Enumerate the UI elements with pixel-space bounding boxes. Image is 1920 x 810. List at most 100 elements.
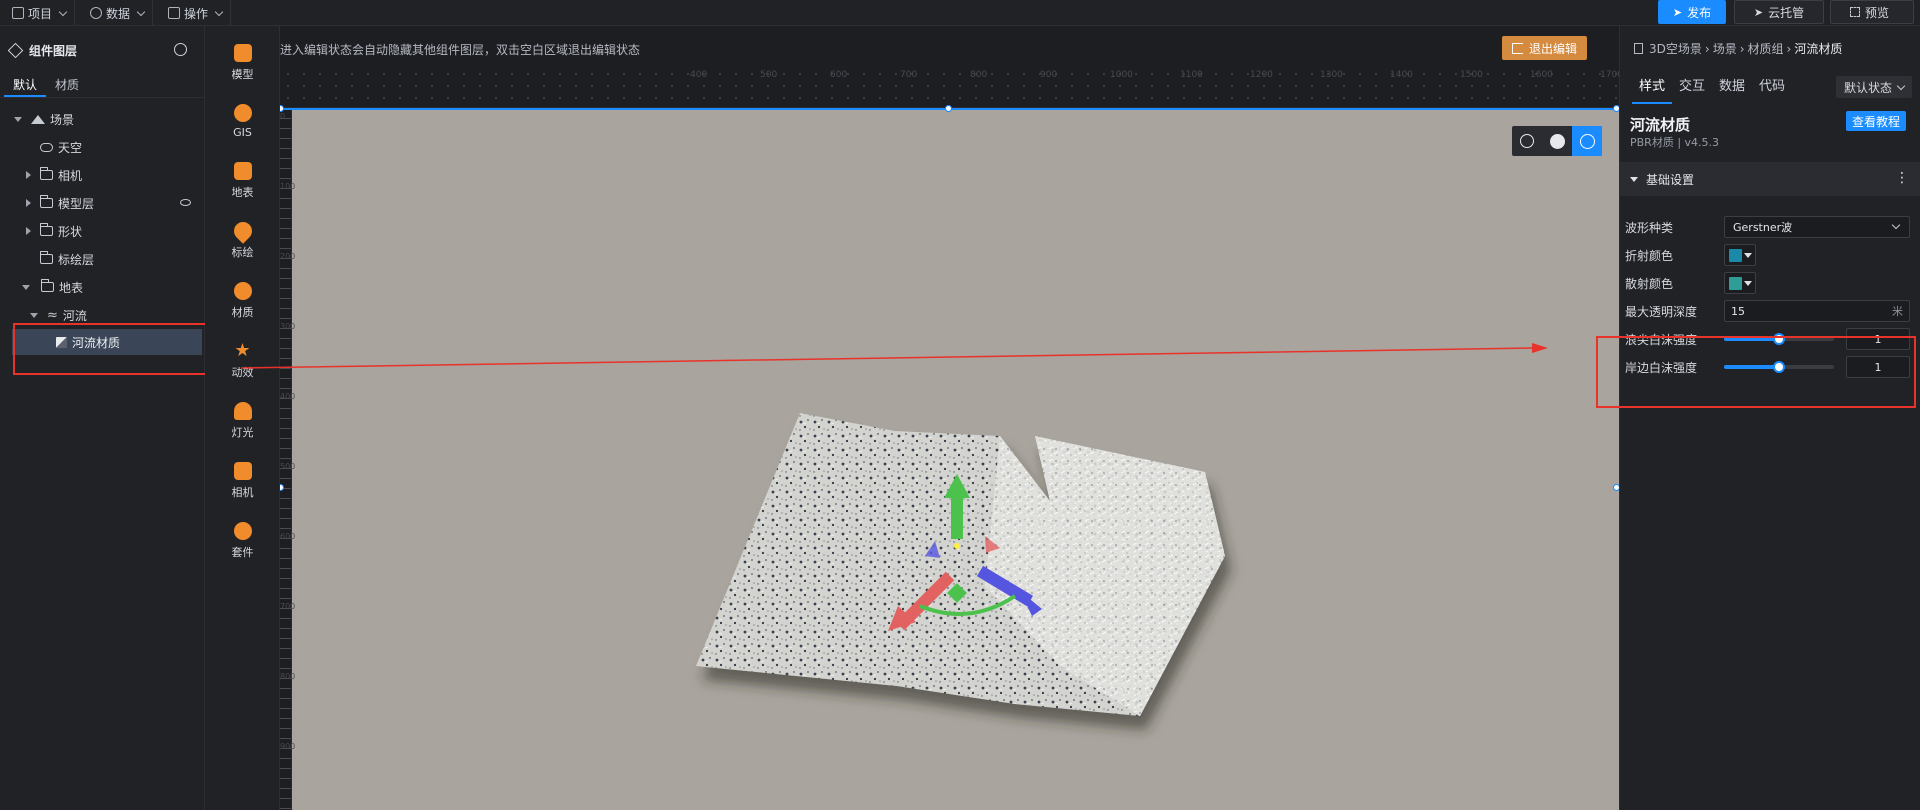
model-icon: [233, 44, 252, 62]
page-icon: [1634, 43, 1643, 54]
preview-button[interactable]: 预览: [1830, 0, 1914, 24]
caret-down-icon[interactable]: [14, 116, 22, 122]
chevron-down-icon: [214, 7, 224, 16]
tree-item-plot-layer[interactable]: 标绘层: [39, 246, 94, 272]
caret-down-icon: [1744, 280, 1752, 286]
top-bar: 项目 数据 操作 ➤ 发布 ➤ 云托管 预览: [0, 0, 1920, 26]
caret-right-icon[interactable]: [26, 199, 31, 207]
tree-item-sky[interactable]: 天空: [40, 134, 82, 160]
scatter-color-swatch: [1729, 276, 1742, 290]
eye-hidden-icon[interactable]: [180, 199, 191, 206]
breadcrumb-item[interactable]: 材质组: [1748, 40, 1784, 57]
search-icon[interactable]: [174, 43, 187, 56]
layers-title: 组件图层: [29, 43, 78, 58]
annotation-box-foam: [1596, 336, 1916, 408]
scene-view: [696, 413, 1225, 716]
caret-down-icon: [1744, 252, 1752, 258]
database-icon: [90, 7, 102, 19]
row-scatter-color: 散射颜色: [1620, 270, 1920, 296]
breadcrumb: 3D空场景 › 场景 › 材质组 › 河流材质: [1634, 40, 1842, 57]
tree-item-shape[interactable]: 形状: [26, 218, 82, 244]
map-pin-icon: [229, 218, 256, 244]
tool-effect[interactable]: ★ 动效: [205, 336, 280, 386]
globe-icon: [233, 103, 252, 122]
more-vertical-icon[interactable]: ⋮: [1895, 170, 1909, 186]
tool-kit[interactable]: 套件: [205, 516, 280, 566]
breadcrumb-current: 河流材质: [1794, 42, 1843, 56]
tab-material[interactable]: 材质: [46, 74, 88, 97]
tab-default[interactable]: 默认: [4, 74, 47, 97]
refract-color-picker[interactable]: [1724, 244, 1756, 266]
layers-tabs: 默认 材质: [0, 74, 204, 98]
max-depth-input[interactable]: 15 米: [1724, 300, 1910, 322]
wave-icon: ≈: [47, 307, 58, 323]
layers-header: 组件图层: [0, 26, 204, 74]
lamp-icon: [233, 402, 252, 420]
layers-panel: 组件图层 默认 材质: [0, 26, 205, 810]
send-icon: ➤: [1672, 5, 1683, 19]
tab-interaction[interactable]: 交互: [1672, 70, 1712, 104]
tool-column: 模型 GIS 地表 标绘 材质 ★ 动效 灯光 相机 套件: [205, 26, 280, 810]
grid-icon: [168, 7, 180, 19]
material-ball-icon: [233, 282, 252, 300]
tree-item-scene[interactable]: 场景: [14, 106, 74, 132]
menu-project[interactable]: 项目: [6, 0, 76, 26]
layers-icon: [7, 42, 24, 58]
tool-light[interactable]: 灯光: [205, 396, 280, 446]
publish-button[interactable]: ➤ 发布: [1658, 0, 1726, 24]
row-max-depth: 最大透明深度 15 米: [1620, 298, 1920, 324]
tree-item-terrain[interactable]: 地表: [22, 274, 83, 300]
breadcrumb-separator-icon: ›: [1786, 41, 1792, 56]
tool-plot[interactable]: 标绘: [205, 216, 280, 266]
tab-data[interactable]: 数据: [1712, 70, 1752, 104]
tool-gis[interactable]: GIS: [205, 96, 280, 146]
breadcrumb-item[interactable]: 3D空场景: [1649, 40, 1702, 57]
menu-data[interactable]: 数据: [84, 0, 154, 26]
star-icon: ★: [234, 340, 251, 361]
file-icon: [12, 7, 24, 19]
folder-icon: [39, 223, 53, 236]
send-icon: ➤: [1753, 5, 1764, 19]
section-basic-settings[interactable]: 基础设置 ⋮: [1620, 162, 1920, 196]
chevron-down-icon: [136, 7, 146, 16]
wave-type-select[interactable]: Gerstner波: [1724, 216, 1910, 238]
tree-item-camera[interactable]: 相机: [26, 162, 82, 188]
kit-icon: [233, 522, 252, 540]
cloud-sun-icon: [40, 142, 53, 152]
tree-item-model-layer[interactable]: 模型层: [26, 190, 94, 216]
caret-right-icon[interactable]: [26, 227, 31, 235]
caret-down-icon[interactable]: [22, 284, 30, 290]
tool-model[interactable]: 模型: [205, 38, 280, 88]
terrain-icon: [233, 162, 252, 180]
unit-label: 米: [1892, 305, 1903, 318]
view-tutorial-button[interactable]: 查看教程: [1845, 111, 1906, 131]
scene-canvas[interactable]: 进入编辑状态会自动隐藏其他组件图层，双击空白区域退出编辑状态 退出编辑 400 5…: [280, 26, 1619, 810]
breadcrumb-item[interactable]: 场景: [1713, 40, 1737, 57]
folder-icon: [39, 195, 53, 208]
caret-down-icon[interactable]: [30, 312, 38, 318]
chevron-down-icon: [58, 7, 68, 16]
tool-terrain[interactable]: 地表: [205, 156, 280, 206]
tool-camera[interactable]: 相机: [205, 456, 280, 506]
folder-icon: [39, 251, 53, 264]
tool-material[interactable]: 材质: [205, 276, 280, 326]
refract-color-swatch: [1729, 248, 1742, 262]
row-refract-color: 折射颜色: [1620, 242, 1920, 268]
cloud-hosting-button[interactable]: ➤ 云托管: [1734, 0, 1824, 24]
tab-code[interactable]: 代码: [1752, 70, 1792, 104]
breadcrumb-separator-icon: ›: [1739, 41, 1745, 56]
menu-operation[interactable]: 操作: [162, 0, 232, 26]
fullscreen-icon: [1849, 7, 1860, 17]
tab-style[interactable]: 样式: [1632, 70, 1673, 104]
row-wave-type: 波形种类 Gerstner波: [1620, 214, 1920, 240]
material-subtitle: PBR材质 | v4.5.3: [1630, 136, 1720, 149]
camera-icon: [233, 462, 252, 480]
folder-icon: [39, 167, 53, 180]
chevron-down-icon: [1891, 220, 1901, 230]
scatter-color-picker[interactable]: [1724, 272, 1756, 294]
material-title: 河流材质: [1630, 116, 1691, 134]
folder-icon: [40, 279, 54, 292]
caret-down-icon: [1630, 176, 1638, 182]
state-select[interactable]: 默认状态: [1835, 76, 1912, 98]
caret-right-icon[interactable]: [26, 171, 31, 179]
